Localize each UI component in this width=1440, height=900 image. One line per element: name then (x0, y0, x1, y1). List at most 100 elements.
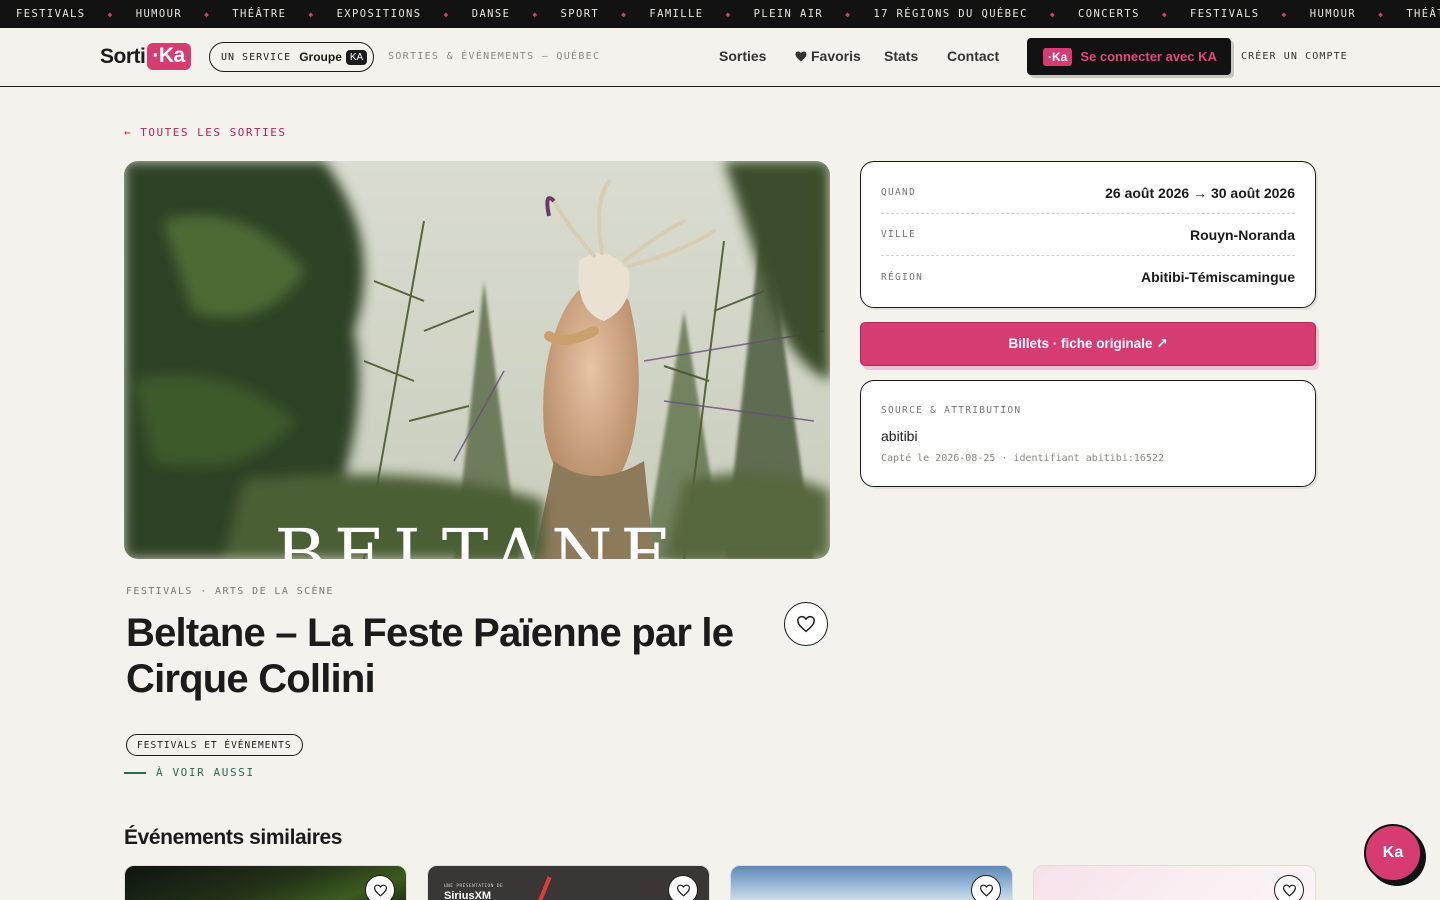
ticker-separator: ◆ (1378, 9, 1385, 19)
heart-outline-icon (373, 884, 387, 897)
heart-outline-icon (797, 615, 815, 633)
ticker-separator: ◆ (204, 9, 211, 19)
nav-contact[interactable]: Contact (947, 48, 999, 64)
ticker-track: FESTIVALS ◆ HUMOUR ◆ THÉÂTRE ◆ EXPOSITIONS ◆ DAN… (16, 0, 1440, 28)
create-account-link[interactable]: CRÉER UN COMPTE (1241, 51, 1348, 62)
source-heading: SOURCE & ATTRIBUTION (881, 405, 1022, 416)
service-badge[interactable]: UN SERVICE Groupe KA (209, 42, 374, 72)
nav-favoris[interactable]: Favoris (795, 48, 861, 64)
ticker-label: FESTIVALS (16, 8, 86, 20)
info-row-region: RÉGION Abitibi-Témiscamingue (881, 256, 1295, 298)
source-name: abitibi (881, 428, 918, 444)
similar-event-card[interactable]: UNE PRÉSENTATION DE SiriusXM (427, 865, 710, 900)
ticker-label: FAMILLE (649, 8, 704, 20)
event-title: Beltane – La Feste Païenne par le Cirque… (126, 611, 734, 701)
favorite-button[interactable] (784, 602, 828, 646)
ticker-separator: ◆ (532, 9, 539, 19)
login-label: Se connecter avec KA (1080, 49, 1217, 64)
nav-sorties[interactable]: Sorties (719, 48, 766, 64)
ticker-label: PLEIN AIR (753, 8, 824, 20)
event-hero-image: BELTANE (124, 161, 830, 559)
hero-illustration: BELTANE (124, 161, 830, 559)
ticker-item: HUMOUR ◆ (1310, 8, 1407, 20)
hero-overlay-text: BELTANE (274, 514, 679, 559)
ticker-separator: ◆ (845, 9, 852, 19)
nav-favoris-label: Favoris (811, 48, 861, 64)
ticker-separator: ◆ (725, 9, 732, 19)
ticker-item: FESTIVALS ◆ (16, 8, 136, 20)
ticker-item: HUMOUR ◆ (136, 8, 233, 20)
ticker-label: CONCERTS (1078, 8, 1140, 20)
event-info-card: QUAND 26 août 2026 → 30 août 2026 VILLE … (860, 161, 1316, 308)
heart-icon (795, 51, 807, 61)
ticker-separator: ◆ (308, 9, 315, 19)
card-favorite-button[interactable] (668, 875, 698, 900)
category-ticker: FESTIVALS ◆ HUMOUR ◆ THÉÂTRE ◆ EXPOSITIONS ◆ DAN… (0, 0, 1440, 28)
source-attribution-card: SOURCE & ATTRIBUTION abitibi Capté le 20… (860, 380, 1316, 487)
heart-outline-icon (1282, 884, 1296, 897)
service-ka-badge: KA (345, 49, 368, 65)
nav-stats[interactable]: Stats (884, 48, 918, 64)
logo-ka: ·Ka (147, 43, 191, 70)
ticker-item: FAMILLE ◆ (649, 8, 753, 20)
similar-events-heading: Événements similaires (124, 826, 343, 849)
see-also-rule (124, 771, 146, 774)
tickets-button[interactable]: Billets · fiche originale ↗ (860, 322, 1316, 366)
ticker-label: FESTIVALS (1190, 8, 1260, 20)
info-key: VILLE (881, 229, 917, 240)
back-to-all-link[interactable]: ← TOUTES LES SORTIES (124, 126, 286, 139)
service-prefix: UN SERVICE (221, 51, 292, 63)
logo-text: Sorti (100, 44, 146, 68)
ticker-label: HUMOUR (135, 8, 183, 20)
ka-assistant-button[interactable]: Ka (1364, 824, 1422, 882)
similar-event-card[interactable] (730, 865, 1013, 900)
info-value: Abitibi-Témiscamingue (1140, 269, 1295, 285)
info-key: RÉGION (881, 271, 924, 283)
login-ka-badge: ·Ka (1043, 47, 1073, 66)
card-slash-graphic (536, 876, 552, 900)
heart-outline-icon (979, 884, 993, 897)
ticker-label: DANSE (471, 8, 511, 20)
ticker-separator: ◆ (1049, 9, 1057, 19)
heart-outline-icon (676, 884, 690, 897)
ticker-label: THÉÂTRE (232, 8, 287, 20)
info-row-when: QUAND 26 août 2026 → 30 août 2026 (881, 172, 1295, 214)
ticker-item: FESTIVALS ◆ (1190, 8, 1310, 20)
site-header: Sorti ·Ka UN SERVICE Groupe KA SORTIES & … (0, 28, 1440, 87)
card-favorite-button[interactable] (971, 875, 1001, 900)
source-caption: Capté le 2026-08-25 · identifiant abitib… (881, 453, 1164, 464)
ticker-separator: ◆ (1281, 9, 1288, 19)
site-logo[interactable]: Sorti ·Ka (100, 43, 191, 70)
card-favorite-button[interactable] (1274, 875, 1304, 900)
ticker-label: SPORT (560, 8, 600, 20)
login-ka-button[interactable]: ·Ka Se connecter avec KA (1027, 38, 1231, 75)
ticker-item: PLEIN AIR ◆ (754, 8, 874, 20)
ticker-label: EXPOSITIONS (336, 8, 422, 20)
similar-event-card[interactable] (1033, 865, 1316, 900)
card-subtitle: UNE PRÉSENTATION DE (444, 884, 504, 889)
ticker-item: 17 RÉGIONS DU QUÉBEC ◆ (873, 8, 1078, 20)
event-categories: FESTIVALS · ARTS DE LA SCÈNE (126, 586, 334, 597)
similar-event-card[interactable] (124, 865, 407, 900)
ticker-label: THÉÂTRE (1406, 8, 1440, 20)
card-favorite-button[interactable] (365, 875, 395, 900)
ticker-item: DANSE ◆ (472, 8, 561, 20)
ticker-separator: ◆ (107, 9, 114, 19)
info-key: QUAND (881, 187, 917, 198)
ticker-label: HUMOUR (1309, 8, 1357, 20)
ticker-separator: ◆ (1161, 9, 1169, 19)
ticker-label: 17 RÉGIONS DU QUÉBEC (873, 8, 1028, 20)
info-value: 26 août 2026 → 30 août 2026 (1105, 184, 1295, 201)
service-group: Groupe (299, 50, 342, 64)
ticker-separator: ◆ (621, 9, 628, 19)
ticker-item: THÉÂTRE (1406, 8, 1440, 20)
see-also-label: À VOIR AUSSI (156, 766, 255, 779)
see-also-section: À VOIR AUSSI (124, 766, 255, 779)
ticker-item: EXPOSITIONS ◆ (337, 8, 472, 20)
info-value: Rouyn-Noranda (1190, 226, 1295, 243)
tagline: SORTIES & ÉVÉNEMENTS — QUÉBEC (388, 51, 601, 62)
card-brand: SiriusXM (444, 890, 492, 900)
ticker-item: THÉÂTRE ◆ (232, 8, 336, 20)
event-tag[interactable]: FESTIVALS ET ÉVÉNEMENTS (126, 734, 303, 756)
ticker-item: CONCERTS ◆ (1078, 8, 1190, 20)
